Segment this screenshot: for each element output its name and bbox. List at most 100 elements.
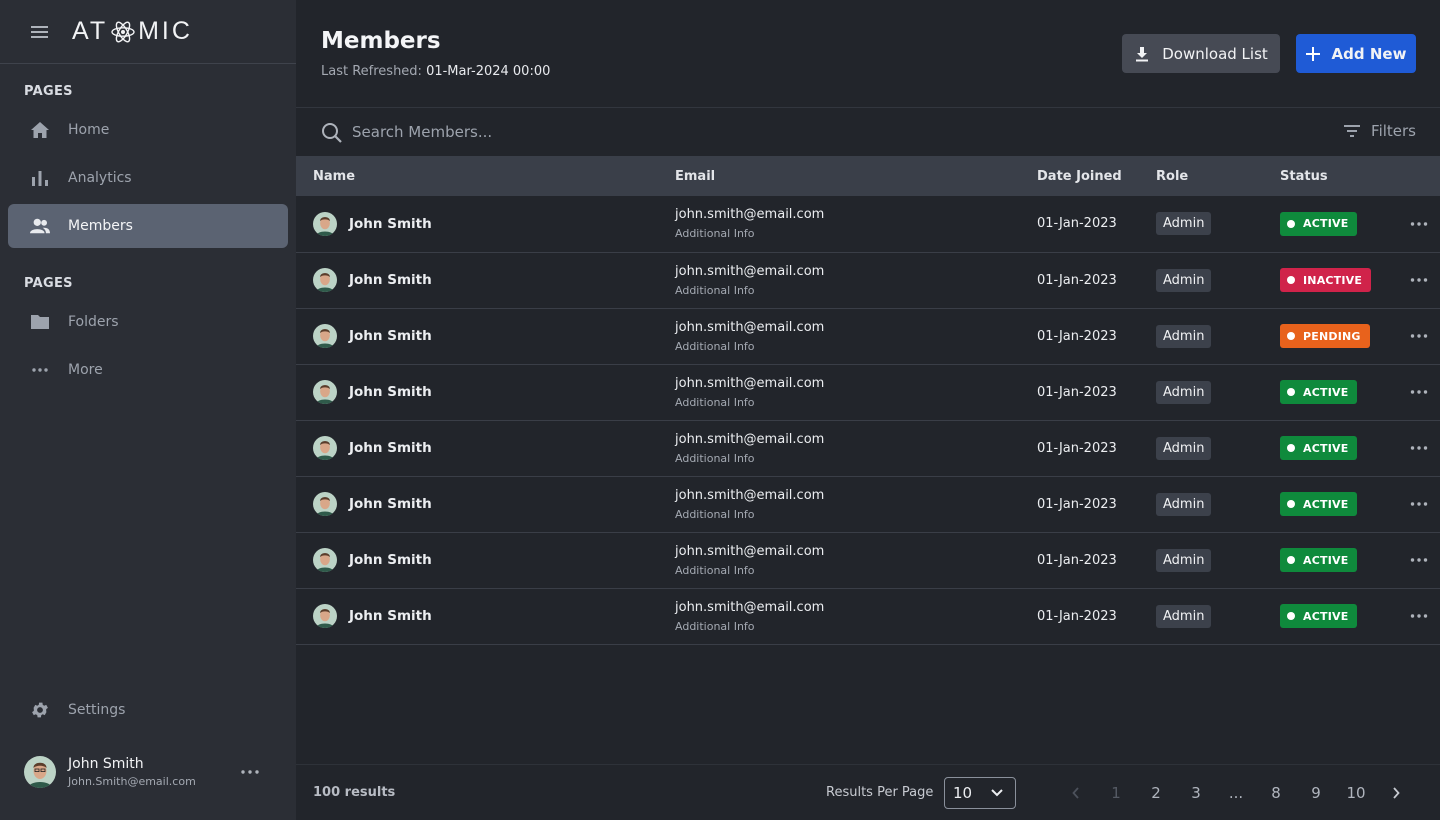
table-row[interactable]: John Smith john.smith@email.com Additional… [296, 252, 1440, 308]
last-refreshed: Last Refreshed: 01-Mar-2024 00:00 [321, 64, 550, 79]
sidebar-item-label: Home [68, 122, 110, 138]
results-count: 100 results [313, 785, 396, 800]
status-dot-icon [1287, 612, 1295, 620]
row-actions-menu-icon[interactable] [1400, 333, 1440, 339]
sidebar-item-analytics[interactable]: Analytics [8, 156, 288, 200]
page-ellipsis: ... [1228, 784, 1244, 802]
sidebar-item-settings[interactable]: Settings [8, 688, 288, 732]
sidebar-item-label: Folders [68, 314, 119, 330]
actions-cell [1383, 308, 1440, 364]
status-label: ACTIVE [1303, 497, 1349, 511]
page-button-10[interactable]: 10 [1336, 777, 1376, 809]
row-actions-menu-icon[interactable] [1400, 445, 1440, 451]
sidebar-item-label: More [68, 362, 103, 378]
row-actions-menu-icon[interactable] [1400, 557, 1440, 563]
email-cell: john.smith@email.com Additional Info [658, 308, 1020, 364]
row-actions-menu-icon[interactable] [1400, 221, 1440, 227]
table-row[interactable]: John Smith john.smith@email.com Additional… [296, 476, 1440, 532]
avatar [313, 492, 337, 516]
column-header-name[interactable]: Name [296, 156, 658, 196]
table-row[interactable]: John Smith john.smith@email.com Additional… [296, 308, 1440, 364]
pagination: 1 2 3 ... 8 9 10 [1056, 777, 1416, 809]
status-label: INACTIVE [1303, 273, 1363, 287]
filters-button[interactable]: Filters [1343, 122, 1416, 140]
page-button-8[interactable]: 8 [1256, 777, 1296, 809]
add-new-button[interactable]: Add New [1296, 34, 1416, 73]
status-badge: INACTIVE [1280, 268, 1372, 292]
role-cell: Admin [1139, 196, 1263, 252]
row-actions-menu-icon[interactable] [1400, 501, 1440, 507]
email-cell: john.smith@email.com Additional Info [658, 420, 1020, 476]
sidebar-item-home[interactable]: Home [8, 108, 288, 152]
row-actions-menu-icon[interactable] [1400, 613, 1440, 619]
atomic-logo[interactable]: AT MIC [72, 17, 193, 46]
page-button-2[interactable]: 2 [1136, 777, 1176, 809]
role-cell: Admin [1139, 308, 1263, 364]
avatar [313, 436, 337, 460]
member-name: John Smith [349, 496, 432, 512]
avatar [313, 324, 337, 348]
member-email: john.smith@email.com [675, 543, 825, 559]
email-cell: john.smith@email.com Additional Info [658, 196, 1020, 252]
member-name: John Smith [349, 272, 432, 288]
table-header-row: Name Email Date Joined Role Status [296, 156, 1440, 196]
table-row[interactable]: John Smith john.smith@email.com Additional… [296, 364, 1440, 420]
member-email: john.smith@email.com [675, 263, 825, 279]
prev-page-button[interactable] [1056, 777, 1096, 809]
status-cell: ACTIVE [1263, 532, 1383, 588]
page-button-9[interactable]: 9 [1296, 777, 1336, 809]
status-badge: ACTIVE [1280, 492, 1358, 516]
download-list-button[interactable]: Download List [1122, 34, 1280, 73]
column-header-email[interactable]: Email [658, 156, 1020, 196]
status-cell: ACTIVE [1263, 588, 1383, 644]
last-refreshed-label: Last Refreshed: [321, 64, 422, 79]
table-row[interactable]: John Smith john.smith@email.com Additional… [296, 532, 1440, 588]
current-user-card[interactable]: John Smith John.Smith@email.com [24, 752, 274, 792]
sidebar-item-label: Analytics [68, 170, 132, 186]
actions-cell [1383, 588, 1440, 644]
column-header-role[interactable]: Role [1139, 156, 1263, 196]
user-email: John.Smith@email.com [68, 775, 196, 788]
actions-cell [1383, 420, 1440, 476]
column-header-date-joined[interactable]: Date Joined [1020, 156, 1139, 196]
status-dot-icon [1287, 219, 1295, 228]
chevron-left-icon [1072, 787, 1079, 799]
name-cell: John Smith [296, 476, 658, 532]
status-cell: INACTIVE [1263, 252, 1383, 308]
page-button-3[interactable]: 3 [1176, 777, 1216, 809]
table-row[interactable]: John Smith john.smith@email.com Additional… [296, 588, 1440, 644]
email-cell: john.smith@email.com Additional Info [658, 252, 1020, 308]
results-per-page-select[interactable]: 10 [944, 777, 1016, 809]
sidebar-item-more[interactable]: More [8, 348, 288, 392]
table-row[interactable]: John Smith john.smith@email.com Additional… [296, 196, 1440, 252]
gear-icon [30, 700, 50, 720]
member-name: John Smith [349, 215, 432, 232]
member-additional-info: Additional Info [675, 507, 755, 521]
next-page-button[interactable] [1376, 777, 1416, 809]
role-badge: Admin [1156, 380, 1212, 404]
role-cell: Admin [1139, 532, 1263, 588]
search-input[interactable] [352, 120, 952, 144]
sidebar-item-members[interactable]: Members [8, 204, 288, 248]
member-name: John Smith [349, 440, 432, 456]
role-badge: Admin [1156, 436, 1212, 460]
table-row[interactable]: John Smith john.smith@email.com Additional… [296, 420, 1440, 476]
row-actions-menu-icon[interactable] [1400, 277, 1440, 283]
hamburger-menu-icon[interactable] [30, 24, 50, 40]
page-button-1[interactable]: 1 [1096, 777, 1136, 809]
column-header-status[interactable]: Status [1263, 156, 1383, 196]
date-joined-cell: 01-Jan-2023 [1037, 608, 1117, 624]
user-menu-icon[interactable] [240, 764, 260, 780]
name-cell: John Smith [296, 196, 658, 252]
sidebar-item-label: Settings [68, 702, 126, 718]
avatar [313, 548, 337, 572]
role-cell: Admin [1139, 420, 1263, 476]
date-joined-cell: 01-Jan-2023 [1037, 216, 1117, 232]
sidebar-item-folders[interactable]: Folders [8, 300, 288, 344]
email-cell: john.smith@email.com Additional Info [658, 476, 1020, 532]
role-badge: Admin [1156, 492, 1212, 516]
row-actions-menu-icon[interactable] [1400, 389, 1440, 395]
status-label: ACTIVE [1303, 609, 1349, 623]
filters-label: Filters [1371, 122, 1416, 140]
brand-bar: AT MIC [0, 0, 296, 64]
